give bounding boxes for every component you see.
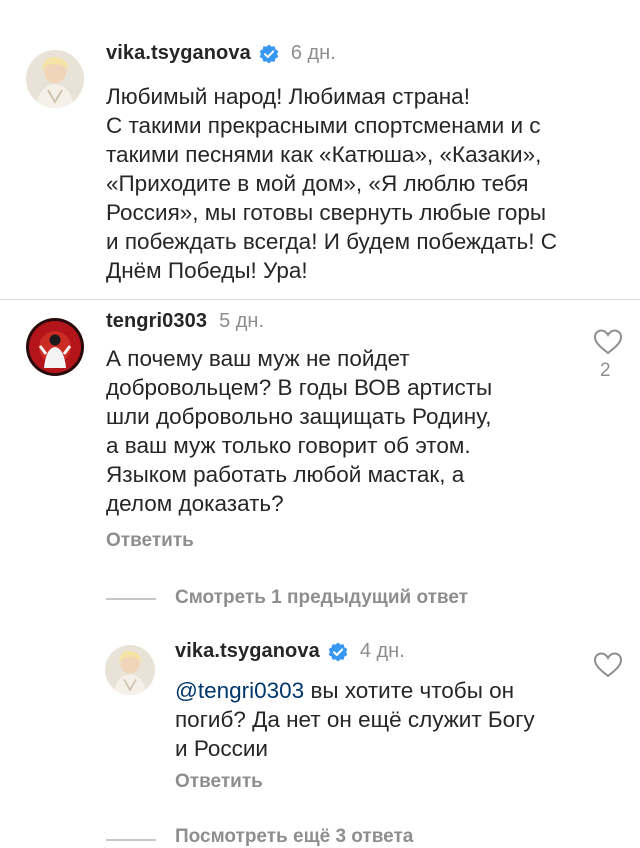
comment-time: 4 дн. (359, 640, 405, 662)
username[interactable]: vika.tsyganova (106, 42, 251, 65)
like-count: 2 (600, 360, 611, 381)
comment-separator (0, 299, 640, 300)
comment-text: @tengri0303 вы хотите чтобы он погиб? Да… (175, 676, 595, 763)
comment-text: А почему ваш муж не пойдет добровольцем?… (106, 346, 493, 516)
avatar[interactable] (26, 50, 84, 108)
view-previous-reply-button[interactable]: Смотреть 1 предыдущий ответ (175, 587, 468, 609)
username[interactable]: vika.tsyganova (175, 640, 320, 663)
reply-button[interactable]: Ответить (175, 771, 263, 793)
comment-text: Любимый народ! Любимая страна! С такими … (106, 84, 557, 283)
comment-time: 6 дн. (290, 42, 336, 64)
avatar[interactable] (26, 318, 84, 376)
replies-divider (106, 598, 156, 600)
username[interactable]: tengri0303 (106, 310, 207, 333)
replies-divider (106, 839, 156, 841)
like-heart-icon[interactable] (593, 651, 623, 679)
avatar[interactable] (105, 645, 155, 695)
mention-link[interactable]: @tengri0303 (175, 678, 304, 703)
like-heart-icon[interactable] (593, 328, 623, 356)
view-more-replies-button[interactable]: Посмотреть ещё 3 ответа (175, 826, 413, 848)
reply-button[interactable]: Ответить (106, 530, 194, 552)
verified-badge-icon (328, 642, 348, 661)
comment-time: 5 дн. (219, 310, 265, 332)
verified-badge-icon (259, 44, 279, 63)
